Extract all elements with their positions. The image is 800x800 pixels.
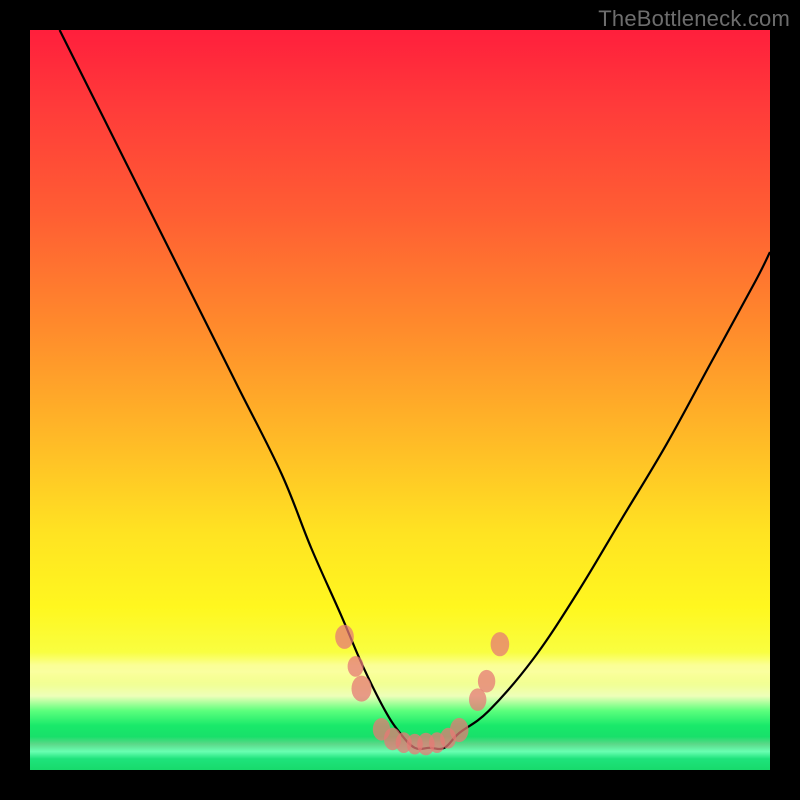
chart-svg [30, 30, 770, 770]
curve-marker [478, 670, 495, 693]
curve-marker [450, 718, 469, 742]
curve-marker [491, 632, 510, 656]
curve-markers [335, 625, 509, 756]
plot-area [30, 30, 770, 770]
bottleneck-curve [60, 30, 770, 749]
chart-frame: TheBottleneck.com [0, 0, 800, 800]
curve-marker [348, 656, 364, 677]
curve-marker [352, 676, 372, 702]
curve-marker [335, 625, 354, 649]
watermark-label: TheBottleneck.com [598, 6, 790, 32]
